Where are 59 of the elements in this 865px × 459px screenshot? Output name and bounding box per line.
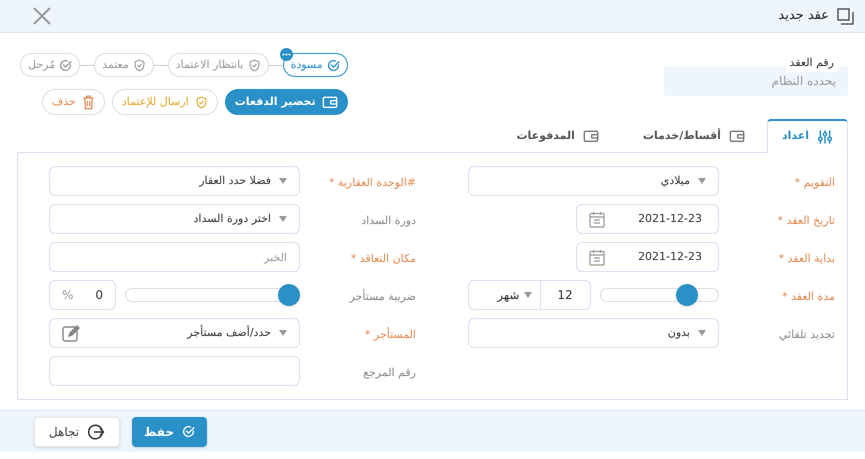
sliders-icon [817, 128, 833, 144]
calendar-icon [589, 248, 605, 266]
cancel-button[interactable]: تجاهل [34, 416, 120, 446]
close-icon [33, 7, 51, 25]
calendar-icon [589, 210, 605, 228]
status-step: مُرحل [20, 53, 80, 77]
exit-icon [87, 422, 106, 440]
field-label: المستأجر * [364, 328, 416, 341]
caret-icon [698, 330, 706, 336]
text-field[interactable]: الخبر [49, 242, 300, 272]
field-label: تجديد تلقائي [778, 328, 835, 341]
date-field[interactable]: 2021-12-23 [576, 242, 719, 272]
save-button[interactable]: حفظ [132, 416, 207, 446]
select-field[interactable]: ميلادي [468, 166, 719, 196]
field-label: #الوحدة العقارية * [328, 176, 416, 189]
shield-check-icon [194, 96, 208, 108]
check-circle-icon [326, 58, 340, 72]
edit-icon [62, 324, 80, 342]
caret-icon [279, 330, 287, 336]
slider-thumb[interactable] [676, 284, 698, 306]
select-field[interactable]: اختر دورة السداد [49, 204, 300, 234]
date-field[interactable]: 2021-12-23 [576, 204, 719, 234]
status-step: بانتظار الاعتماد [168, 53, 269, 77]
field-label: رقم المرجع [363, 366, 416, 379]
caret-icon [698, 178, 706, 184]
caret-icon [279, 178, 287, 184]
caret-icon [524, 292, 532, 298]
field-label: ضريبة مستأجر [350, 290, 416, 303]
shield-check-icon [132, 58, 146, 72]
wallet-icon [582, 129, 599, 143]
field-label: بداية العقد * [778, 252, 835, 265]
status-step: معتمد [94, 53, 154, 77]
field-label: دورة السداد [361, 214, 416, 227]
window-title: عقد جديد [778, 7, 829, 26]
tab[interactable]: اعداد [766, 119, 848, 153]
field-label: التقويم * [794, 176, 835, 189]
more-badge-icon [280, 48, 293, 61]
check-circle-icon [182, 425, 196, 438]
close-button[interactable] [33, 7, 51, 25]
field-label: تاريخ العقد * [778, 214, 835, 227]
contract-number-label: رقم العقد [786, 55, 838, 72]
field-label: مكان التعاقد * [350, 252, 416, 265]
tab[interactable]: المدفوعات [502, 119, 613, 153]
wallet-icon [322, 95, 338, 109]
trash-icon [82, 94, 95, 110]
tab[interactable]: أقساط/خدمات [628, 119, 759, 153]
caret-icon [279, 216, 287, 222]
wallet-icon [728, 129, 745, 143]
select-field[interactable]: حدد/أضف مستأجر [49, 318, 300, 348]
select-field[interactable]: فضلا حدد العقار [49, 166, 300, 196]
percent-field[interactable]: 0 % [49, 280, 116, 310]
field-label: مدة العقد * [782, 290, 835, 303]
shield-check-icon [248, 58, 261, 72]
slider-thumb[interactable] [278, 284, 300, 306]
select-field[interactable]: بدون [468, 318, 719, 348]
action-button[interactable]: تحضير الدفعات [224, 89, 348, 115]
check-circle-icon [59, 58, 72, 72]
text-field[interactable] [49, 356, 300, 386]
window-icon [837, 8, 854, 24]
